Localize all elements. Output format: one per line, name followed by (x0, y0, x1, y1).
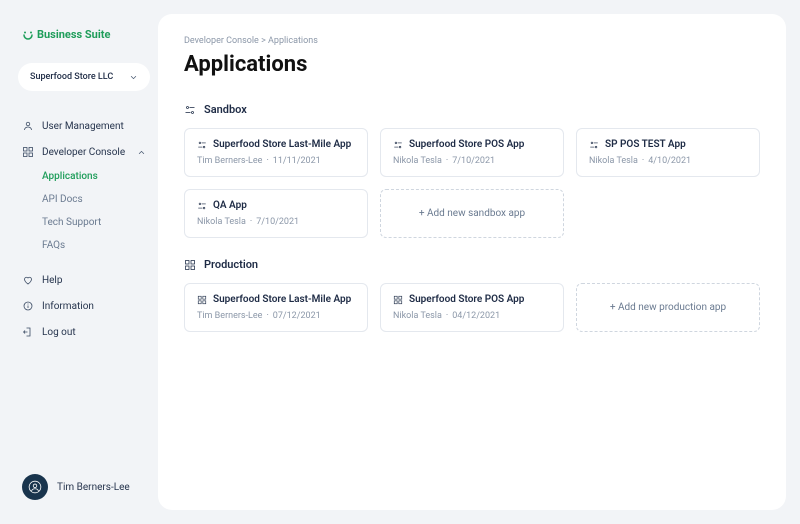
app-name: SP POS TEST App (605, 139, 686, 150)
section-sandbox: Sandbox Superfood Store Last-Mile App Ti… (184, 103, 760, 238)
breadcrumb-a[interactable]: Developer Console (184, 36, 259, 46)
info-icon (22, 300, 34, 312)
nav-user-management[interactable]: User Management (14, 113, 154, 139)
app-name: Superfood Store POS App (409, 294, 524, 305)
brand-mark-icon (22, 29, 34, 41)
section-sandbox-title: Sandbox (204, 103, 247, 116)
subnav-faqs[interactable]: FAQs (42, 234, 154, 257)
chevron-up-icon (137, 148, 146, 157)
app-meta: Tim Berners-Lee·11/11/2021 (197, 156, 355, 166)
app-name: Superfood Store Last-Mile App (213, 294, 351, 305)
store-selector[interactable]: Superfood Store LLC (18, 63, 150, 91)
nav-label: User Management (42, 121, 124, 132)
app-date: 04/12/2021 (452, 311, 500, 321)
nav-developer-console[interactable]: Developer Console (14, 139, 154, 165)
section-production: Production Superfood Store Last-Mile App… (184, 258, 760, 332)
breadcrumb-b[interactable]: Applications (268, 36, 318, 46)
subnav-tech-support[interactable]: Tech Support (42, 211, 154, 234)
app-author: Nikola Tesla (197, 217, 246, 227)
app-date: 4/10/2021 (648, 156, 691, 166)
app-author: Nikola Tesla (393, 156, 442, 166)
nav-logout[interactable]: Log out (14, 319, 154, 345)
production-icon (184, 259, 196, 271)
subnav-applications[interactable]: Applications (42, 165, 154, 188)
production-grid: Superfood Store Last-Mile App Tim Berner… (184, 283, 760, 332)
production-app-icon (393, 295, 403, 305)
nav-label: Log out (42, 327, 76, 338)
sidebar: Business Suite Superfood Store LLC User … (14, 14, 158, 510)
chevron-down-icon (129, 73, 138, 82)
sandbox-icon (184, 104, 196, 116)
app-name: Superfood Store Last-Mile App (213, 139, 351, 150)
main-panel: Developer Console > Applications Applica… (158, 14, 786, 510)
sandbox-grid: Superfood Store Last-Mile App Tim Berner… (184, 128, 760, 238)
add-sandbox-app-button[interactable]: + Add new sandbox app (380, 189, 564, 238)
subnav-api-docs[interactable]: API Docs (42, 188, 154, 211)
app-date: 11/11/2021 (273, 156, 321, 166)
nav-label: Help (42, 275, 62, 286)
app-author: Tim Berners-Lee (197, 311, 262, 321)
brand-logo: Business Suite (14, 14, 154, 63)
sandbox-app-icon (197, 201, 207, 211)
user-name: Tim Berners-Lee (57, 482, 130, 493)
production-app-icon (197, 295, 207, 305)
breadcrumb-sep: > (261, 36, 266, 46)
app-meta: Tim Berners-Lee·07/12/2021 (197, 311, 355, 321)
app-date: 07/12/2021 (273, 311, 321, 321)
section-production-head: Production (184, 258, 760, 271)
avatar (22, 474, 48, 500)
add-production-label: + Add new production app (610, 302, 726, 313)
app-author: Tim Berners-Lee (197, 156, 262, 166)
app-author: Nikola Tesla (393, 311, 442, 321)
add-sandbox-label: + Add new sandbox app (419, 208, 525, 219)
logout-icon (22, 326, 34, 338)
app-card[interactable]: Superfood Store Last-Mile App Tim Berner… (184, 283, 368, 332)
grid-icon (22, 146, 34, 158)
nav-information[interactable]: Information (14, 293, 154, 319)
current-user[interactable]: Tim Berners-Lee (14, 464, 154, 510)
app-author: Nikola Tesla (589, 156, 638, 166)
nav-label: Information (42, 301, 94, 312)
add-production-app-button[interactable]: + Add new production app (576, 283, 760, 332)
brand-name: Business Suite (37, 28, 110, 41)
nav-help[interactable]: Help (14, 267, 154, 293)
nav-label: Developer Console (42, 147, 125, 158)
app-meta: Nikola Tesla·7/10/2021 (197, 217, 355, 227)
app-card[interactable]: Superfood Store Last-Mile App Tim Berner… (184, 128, 368, 177)
section-sandbox-head: Sandbox (184, 103, 760, 116)
app-meta: Nikola Tesla·04/12/2021 (393, 311, 551, 321)
developer-console-subnav: Applications API Docs Tech Support FAQs (14, 165, 154, 257)
app-meta: Nikola Tesla·7/10/2021 (393, 156, 551, 166)
app-card[interactable]: Superfood Store POS App Nikola Tesla·04/… (380, 283, 564, 332)
app-name: QA App (213, 200, 247, 211)
app-date: 7/10/2021 (452, 156, 495, 166)
sandbox-app-icon (197, 140, 207, 150)
app-card[interactable]: QA App Nikola Tesla·7/10/2021 (184, 189, 368, 238)
app-meta: Nikola Tesla·4/10/2021 (589, 156, 747, 166)
app-card[interactable]: Superfood Store POS App Nikola Tesla·7/1… (380, 128, 564, 177)
app-name: Superfood Store POS App (409, 139, 524, 150)
breadcrumb: Developer Console > Applications (184, 36, 760, 46)
app-date: 7/10/2021 (256, 217, 299, 227)
app-card[interactable]: SP POS TEST App Nikola Tesla·4/10/2021 (576, 128, 760, 177)
heart-icon (22, 274, 34, 286)
primary-nav: User Management Developer Console Applic… (14, 113, 154, 345)
section-production-title: Production (204, 258, 258, 271)
store-selector-label: Superfood Store LLC (30, 72, 113, 82)
page-title: Applications (184, 52, 760, 77)
sandbox-app-icon (393, 140, 403, 150)
sandbox-app-icon (589, 140, 599, 150)
user-icon (22, 120, 34, 132)
